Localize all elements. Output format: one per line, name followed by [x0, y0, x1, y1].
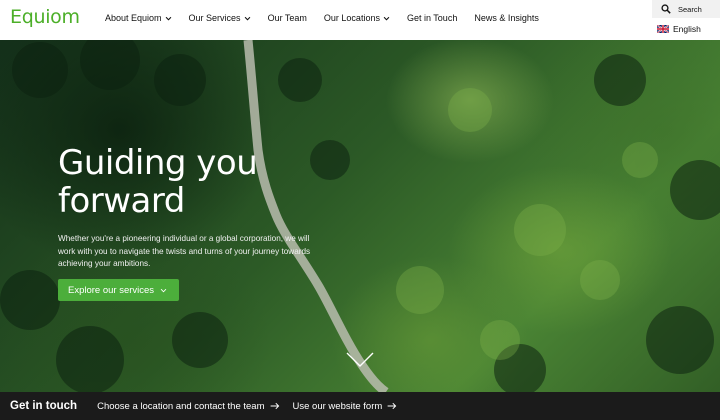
choose-location-link[interactable]: Choose a location and contact the team — [97, 401, 279, 412]
arrow-right-icon — [387, 402, 397, 410]
main-nav: About Equiom Our Services Our Team Our L… — [105, 13, 539, 23]
nav-our-team-label: Our Team — [267, 13, 307, 23]
arrow-right-icon — [270, 402, 279, 410]
choose-location-label: Choose a location and contact the team — [97, 400, 265, 412]
nav-get-in-touch-label: Get in Touch — [406, 13, 458, 23]
scroll-down-chevron-icon[interactable] — [346, 352, 374, 368]
hero-title-line1: Guiding you — [58, 143, 258, 183]
explore-services-label: Explore our services — [68, 284, 155, 296]
chevron-down-icon — [165, 16, 171, 21]
nav-our-services[interactable]: Our Services — [189, 13, 251, 23]
explore-services-button[interactable]: Explore our services — [58, 279, 179, 301]
hero-title: Guiding you forward — [58, 144, 338, 220]
nav-about-equiom-label: About Equiom — [105, 13, 162, 23]
hero-banner: Guiding you forward Whether you're a pio… — [0, 40, 720, 392]
get-in-touch-title: Get in touch — [10, 400, 78, 412]
search-button[interactable]: Search — [652, 0, 720, 18]
hero-text: Guiding you forward Whether you're a pio… — [58, 144, 338, 271]
equiom-logo[interactable]: Equiom — [10, 6, 80, 28]
nav-our-services-label: Our Services — [188, 13, 241, 23]
website-form-label: Use our website form — [292, 400, 383, 412]
nav-our-locations[interactable]: Our Locations — [324, 13, 390, 23]
uk-flag-icon — [657, 25, 669, 33]
hero-title-line2: forward — [58, 181, 185, 221]
chevron-down-icon — [244, 16, 250, 21]
site-header: Equiom About Equiom Our Services Our Tea… — [0, 0, 720, 40]
nav-news-insights[interactable]: News & Insights — [474, 13, 539, 23]
get-in-touch-bar: Get in touch Choose a location and conta… — [0, 392, 720, 420]
language-label: English — [673, 24, 701, 34]
language-selector[interactable]: English — [657, 24, 701, 34]
nav-get-in-touch[interactable]: Get in Touch — [407, 13, 457, 23]
chevron-down-icon — [160, 288, 167, 292]
chevron-down-icon — [383, 16, 390, 21]
nav-about-equiom[interactable]: About Equiom — [105, 13, 172, 23]
nav-our-locations-label: Our Locations — [323, 13, 380, 23]
hero-description: Whether you're a pioneering individual o… — [58, 234, 311, 268]
nav-our-team[interactable]: Our Team — [268, 13, 307, 23]
nav-news-insights-label: News & Insights — [474, 13, 539, 23]
search-label: Search — [678, 4, 702, 14]
search-icon — [661, 4, 671, 14]
website-form-link[interactable]: Use our website form — [293, 401, 398, 412]
